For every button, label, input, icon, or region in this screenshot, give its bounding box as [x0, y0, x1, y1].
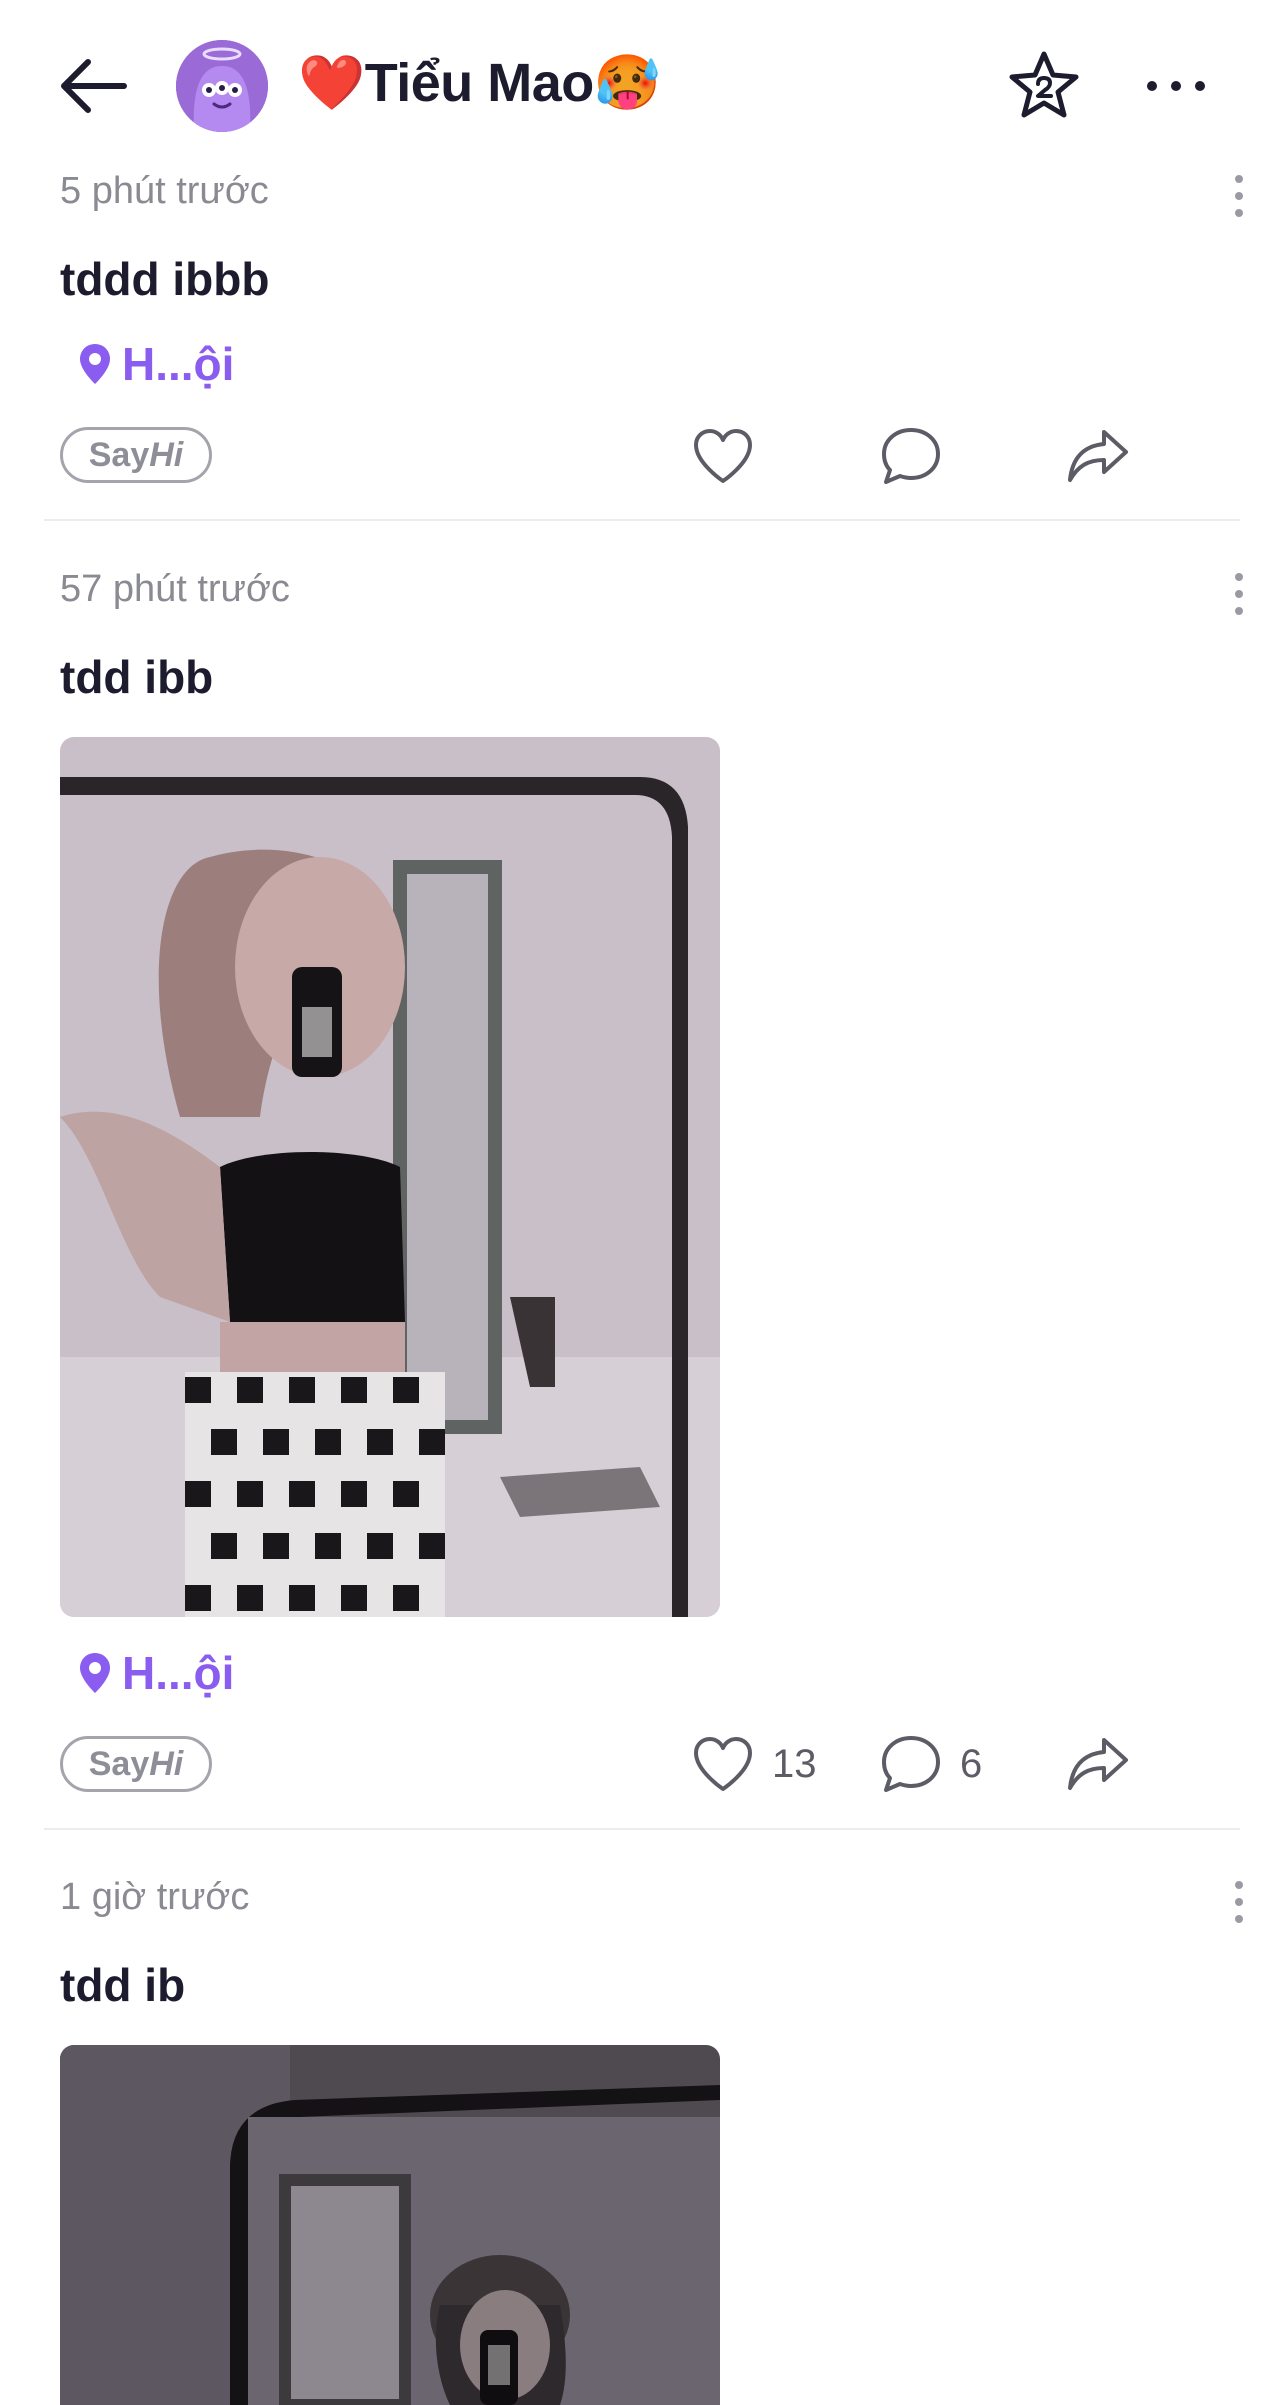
- star-icon: [1009, 51, 1079, 118]
- share-icon: [1068, 430, 1128, 482]
- post-menu-button[interactable]: [1224, 166, 1254, 226]
- sayhi-say: Say: [88, 435, 150, 474]
- sayhi-say: Say: [88, 1744, 150, 1783]
- top-bar: ❤️Tiểu Mao🥵: [0, 0, 1284, 170]
- sayhi-button[interactable]: Say Hi: [60, 427, 212, 483]
- post-text: tdd ib: [60, 1959, 186, 2011]
- comment-icon: [882, 428, 940, 484]
- monster-avatar-icon: [176, 40, 268, 132]
- more-icon: [1147, 81, 1205, 91]
- more-options-button[interactable]: [1140, 56, 1220, 116]
- profile-name: ❤️Tiểu Mao🥵: [298, 53, 661, 113]
- share-button[interactable]: [1066, 1729, 1130, 1799]
- post-time: 57 phút trước: [60, 568, 290, 610]
- sayhi-button[interactable]: Say Hi: [60, 1736, 212, 1792]
- post-text: tddd ibbb: [60, 253, 270, 305]
- post-location[interactable]: H...ội: [78, 1643, 234, 1703]
- like-count: 13: [772, 1741, 817, 1786]
- share-icon: [1068, 1738, 1128, 1790]
- sayhi-hi: Hi: [149, 1744, 184, 1783]
- post-menu-button[interactable]: [1224, 564, 1254, 624]
- avatar[interactable]: [176, 40, 268, 132]
- like-button[interactable]: 13: [692, 1729, 817, 1799]
- comment-count: 6: [960, 1741, 983, 1786]
- kebab-icon: [1235, 175, 1243, 217]
- post-photo[interactable]: [60, 2045, 720, 2405]
- heart-icon: [694, 1737, 752, 1791]
- heart-icon: [694, 429, 752, 483]
- post-time: 1 giờ trước: [60, 1876, 250, 1918]
- post-location[interactable]: H...ội: [78, 334, 234, 394]
- post-divider: [44, 519, 1240, 521]
- location-label: H...ội: [122, 338, 235, 390]
- mirror-selfie-image: [60, 737, 720, 1617]
- comment-icon: [882, 1736, 940, 1792]
- location-pin-icon: [80, 344, 110, 384]
- post-time: 5 phút trước: [60, 170, 269, 212]
- back-arrow-icon: [61, 59, 127, 113]
- post-text: tdd ibb: [60, 651, 214, 703]
- comment-button[interactable]: [880, 421, 960, 491]
- sayhi-hi: Hi: [149, 435, 184, 474]
- favorite-button[interactable]: [1004, 46, 1084, 126]
- post-menu-button[interactable]: [1224, 1872, 1254, 1932]
- share-button[interactable]: [1066, 421, 1130, 491]
- post-photo[interactable]: [60, 737, 720, 1617]
- comment-button[interactable]: 6: [880, 1729, 982, 1799]
- back-button[interactable]: [54, 46, 134, 126]
- mirror-selfie-image: [60, 2045, 720, 2405]
- kebab-icon: [1235, 1881, 1243, 1923]
- kebab-icon: [1235, 573, 1243, 615]
- location-label: H...ội: [122, 1647, 235, 1699]
- like-button[interactable]: [692, 421, 772, 491]
- post-divider: [44, 1828, 1240, 1830]
- location-pin-icon: [80, 1653, 110, 1693]
